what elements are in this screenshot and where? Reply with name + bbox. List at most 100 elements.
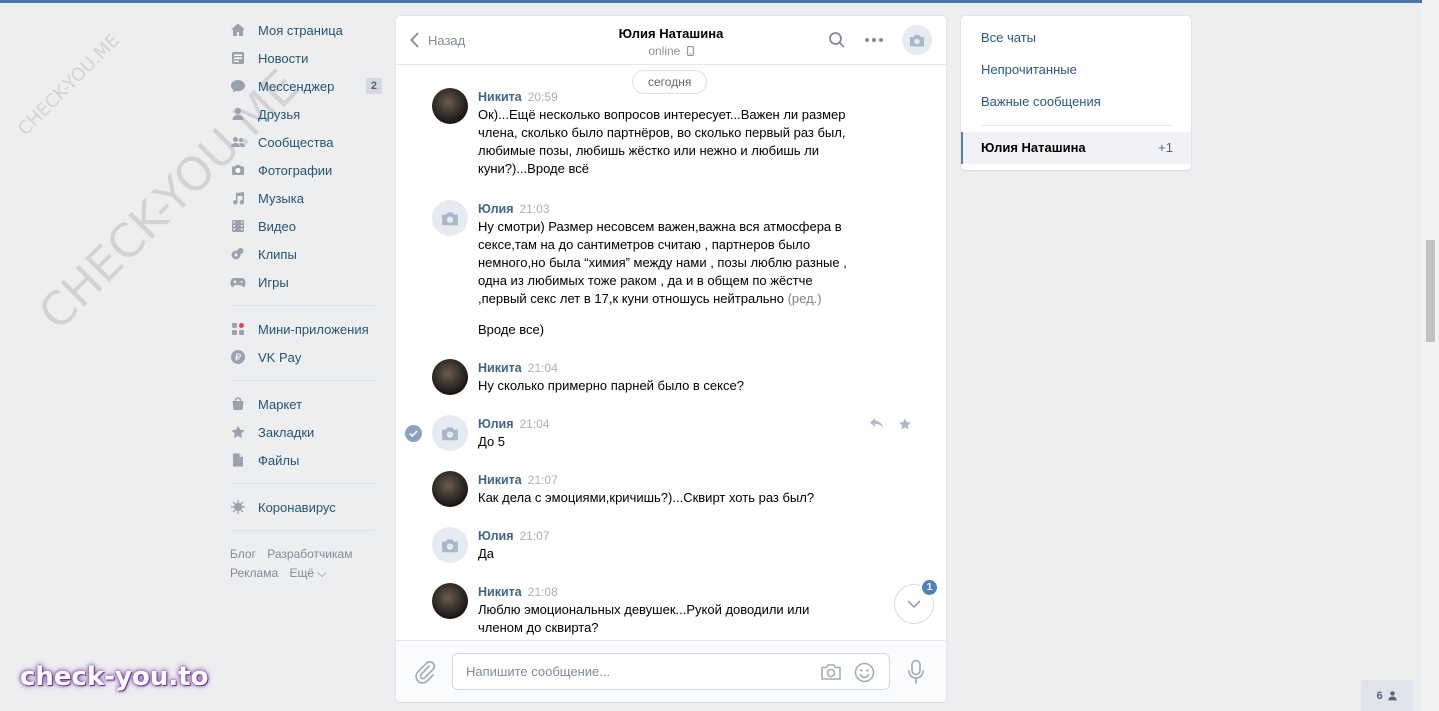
online-friends-widget[interactable]: 6: [1361, 680, 1413, 711]
message-time[interactable]: 21:07: [520, 529, 550, 543]
nav-market[interactable]: Маркет: [230, 390, 382, 418]
messenger-icon: [230, 78, 246, 94]
footer-links: Блог Разработчикам Реклама Ещё ⌵: [230, 545, 382, 583]
camera-icon[interactable]: [820, 662, 842, 683]
message[interactable]: Никита 20:59 Ок)...Ещё несколько вопросов…: [432, 88, 912, 178]
message-input[interactable]: [453, 654, 793, 689]
message[interactable]: Юлия 21:07 Да: [432, 527, 912, 563]
message-time[interactable]: 21:04: [528, 361, 558, 375]
nav-photos[interactable]: Фотографии: [230, 156, 382, 184]
nav-coronavirus[interactable]: Коронавирус: [230, 493, 382, 521]
message-time[interactable]: 20:59: [528, 90, 558, 104]
emoji-icon[interactable]: [854, 662, 875, 683]
more-icon[interactable]: [864, 37, 884, 43]
nav-messenger[interactable]: Мессенджер 2: [230, 72, 382, 100]
nav-label: Закладки: [258, 424, 315, 440]
message-text: Ок)...Ещё несколько вопросов интересует.…: [478, 107, 846, 176]
input-actions: [808, 662, 875, 683]
nav-clips[interactable]: Клипы: [230, 240, 382, 268]
message-time[interactable]: 21:08: [528, 585, 558, 599]
microphone-icon[interactable]: [907, 659, 925, 688]
message-author[interactable]: Никита: [478, 473, 522, 487]
message-author[interactable]: Юлия: [478, 417, 514, 431]
filter-all-chats[interactable]: Все чаты: [961, 22, 1191, 54]
nav-news[interactable]: Новости: [230, 44, 382, 72]
nav-mini-apps[interactable]: Мини-приложения: [230, 315, 382, 343]
video-icon: [230, 218, 246, 234]
message-author[interactable]: Никита: [478, 361, 522, 375]
nav-video[interactable]: Видео: [230, 212, 382, 240]
nav-my-page[interactable]: Моя страница: [230, 16, 382, 44]
star-icon[interactable]: [898, 417, 912, 431]
nav-label: Моя страница: [258, 22, 343, 38]
nav-files[interactable]: Файлы: [230, 446, 382, 474]
message-author[interactable]: Никита: [478, 90, 522, 104]
message-text: Как дела с эмоциями,кричишь?)...Сквирт х…: [478, 490, 815, 505]
message[interactable]: Никита 21:08 Люблю эмоциональных девушек.…: [432, 583, 912, 637]
nav-label: Новости: [258, 50, 309, 66]
nav-label: Файлы: [258, 452, 300, 468]
page-scrollbar[interactable]: [1422, 0, 1439, 711]
nav-bookmarks[interactable]: Закладки: [230, 418, 382, 446]
home-icon: [230, 22, 246, 38]
select-check-icon[interactable]: [405, 425, 422, 442]
message[interactable]: Никита 21:04 Ну сколько примерно парней б…: [432, 359, 912, 395]
scrollbar-thumb[interactable]: [1426, 240, 1435, 342]
nav-label: Мессенджер: [258, 78, 335, 94]
left-navigation: Моя страница Новости Мессенджер 2 Друзья…: [230, 16, 382, 583]
footer-blog-link[interactable]: Блог: [230, 547, 256, 561]
footer-ads-link[interactable]: Реклама: [230, 566, 278, 580]
market-icon: [230, 396, 246, 412]
friends-icon: [230, 106, 246, 122]
avatar[interactable]: [432, 88, 468, 124]
messenger-count-badge: 2: [365, 78, 382, 94]
message[interactable]: Юлия 21:03 Ну смотри) Размер несовсем важ…: [432, 200, 912, 339]
message-time[interactable]: 21:03: [520, 202, 550, 216]
nav-music[interactable]: Музыка: [230, 184, 382, 212]
top-accent-bar: [0, 0, 1422, 3]
active-chat-item[interactable]: Юлия Наташина +1: [961, 132, 1191, 164]
message[interactable]: Юлия 21:04 До 5: [405, 415, 912, 451]
coronavirus-icon: [230, 499, 246, 515]
nav-label: Видео: [258, 218, 296, 234]
news-icon: [230, 50, 246, 66]
nav-communities[interactable]: Сообщества: [230, 128, 382, 156]
camera-icon: [442, 211, 458, 225]
message-time[interactable]: 21:07: [528, 473, 558, 487]
attach-icon[interactable]: [414, 660, 436, 687]
active-chat-name: Юлия Наташина: [981, 140, 1086, 155]
message-author[interactable]: Юлия: [478, 529, 514, 543]
avatar[interactable]: [432, 415, 468, 451]
message-input-box[interactable]: [452, 653, 890, 690]
reply-icon[interactable]: [869, 417, 884, 431]
camera-icon: [910, 34, 924, 46]
camera-icon: [442, 426, 458, 440]
scroll-down-button[interactable]: 1: [894, 578, 939, 624]
nav-vkpay[interactable]: ₽ VK Pay: [230, 343, 382, 371]
footer-more-link[interactable]: Ещё ⌵: [289, 566, 326, 580]
nav-friends[interactable]: Друзья: [230, 100, 382, 128]
message-author[interactable]: Юлия: [478, 202, 514, 216]
message-time[interactable]: 21:04: [520, 417, 550, 431]
search-icon[interactable]: [828, 31, 846, 49]
music-icon: [230, 190, 246, 206]
peer-avatar[interactable]: [902, 25, 932, 55]
photo-icon: [230, 162, 246, 178]
games-icon: [230, 274, 246, 290]
avatar[interactable]: [432, 200, 468, 236]
message[interactable]: Никита 21:07 Как дела с эмоциями,кричишь?…: [432, 471, 912, 507]
message-text: Да: [478, 546, 495, 561]
message-history[interactable]: сегодня Никита 20:59 Ок)...Ещё несколько …: [396, 66, 946, 640]
filter-important[interactable]: Важные сообщения: [961, 86, 1191, 118]
nav-games[interactable]: Игры: [230, 268, 382, 296]
filter-unread[interactable]: Непрочитанные: [961, 54, 1191, 86]
avatar[interactable]: [432, 583, 468, 619]
footer-developers-link[interactable]: Разработчикам: [267, 547, 352, 561]
avatar[interactable]: [432, 471, 468, 507]
mini-apps-icon: [230, 321, 246, 337]
nav-divider: [230, 483, 374, 484]
avatar[interactable]: [432, 359, 468, 395]
avatar[interactable]: [432, 527, 468, 563]
peer-status-text: online: [648, 44, 681, 58]
message-author[interactable]: Никита: [478, 585, 522, 599]
